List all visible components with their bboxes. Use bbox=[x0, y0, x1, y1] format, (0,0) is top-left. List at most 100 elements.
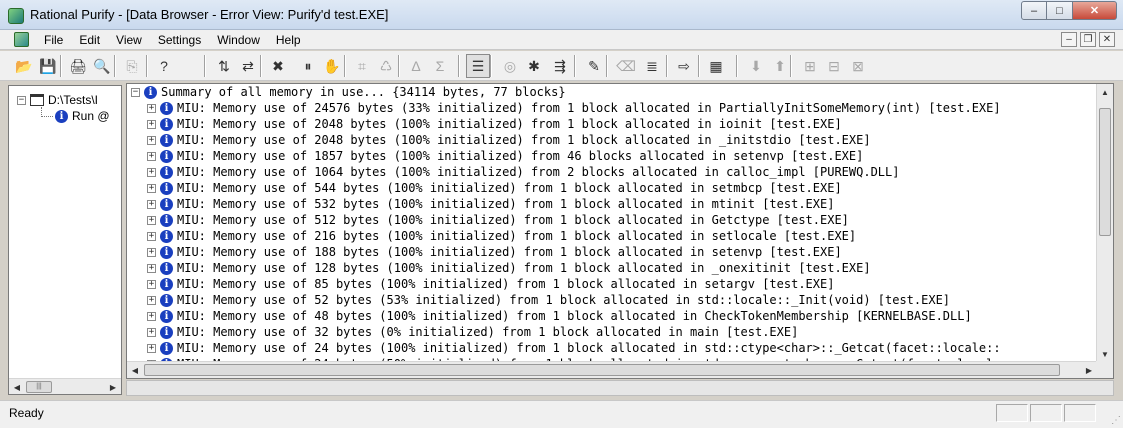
expand-icon[interactable]: + bbox=[147, 327, 156, 337]
info-icon: i bbox=[55, 109, 68, 123]
sort-icon[interactable]: ⇅ bbox=[212, 54, 236, 78]
folder-arrow-icon[interactable]: ⇨ bbox=[672, 54, 696, 78]
title-bar: Rational Purify - [Data Browser - Error … bbox=[0, 0, 1123, 30]
expand-icon[interactable]: + bbox=[147, 247, 156, 257]
sigma-icon[interactable]: Σ bbox=[428, 54, 452, 78]
toolbar-separator bbox=[490, 55, 492, 77]
info-icon: i bbox=[160, 277, 173, 291]
collapse-all-icon[interactable]: ⊠ bbox=[846, 54, 870, 78]
pause-icon[interactable]: ⏸ bbox=[296, 54, 320, 78]
list-icon[interactable]: ≣ bbox=[640, 54, 664, 78]
tree-run-item[interactable]: i Run @ bbox=[55, 108, 110, 124]
mdi-restore-button[interactable]: ❐ bbox=[1080, 32, 1096, 47]
collapse-icon[interactable]: − bbox=[131, 87, 140, 97]
summary-row[interactable]: − i Summary of all memory in use... {341… bbox=[131, 84, 566, 100]
recycle-icon[interactable]: ♺ bbox=[374, 54, 398, 78]
expand-icon[interactable]: + bbox=[147, 167, 156, 177]
expand-icon[interactable]: + bbox=[147, 135, 156, 145]
grid-icon[interactable]: ▦ bbox=[704, 54, 728, 78]
print-preview-icon[interactable]: 🔍 bbox=[90, 54, 114, 78]
help-pointer-icon[interactable]: ? bbox=[152, 54, 176, 78]
save-icon[interactable]: 💾 bbox=[36, 54, 60, 78]
expand-icon[interactable]: + bbox=[147, 215, 156, 225]
scroll-thumb[interactable] bbox=[144, 364, 1060, 376]
expand-icon[interactable]: + bbox=[147, 199, 156, 209]
print-icon[interactable]: 🖨 bbox=[66, 54, 90, 78]
detail-strip bbox=[126, 380, 1114, 396]
expand-icon[interactable]: + bbox=[147, 279, 156, 289]
menu-settings[interactable]: Settings bbox=[152, 33, 207, 47]
error-row[interactable]: + i MIU: Memory use of 1857 bytes (100% in… bbox=[147, 148, 863, 164]
error-row[interactable]: + i MIU: Memory use of 128 bytes (100% ini… bbox=[147, 260, 871, 276]
vertical-scrollbar[interactable]: ▲ ▼ bbox=[1096, 84, 1113, 362]
error-row[interactable]: + i MIU: Memory use of 24 bytes (100% init… bbox=[147, 340, 1001, 356]
arrow-up-icon[interactable]: ⬆ bbox=[768, 54, 792, 78]
menu-help[interactable]: Help bbox=[270, 33, 307, 47]
tree-view-icon[interactable]: ☰ bbox=[466, 54, 490, 78]
scroll-left-icon[interactable]: ◀ bbox=[9, 379, 25, 394]
error-view-pane: − i Summary of all memory in use... {341… bbox=[126, 83, 1114, 379]
menu-view[interactable]: View bbox=[110, 33, 148, 47]
scroll-right-icon[interactable]: ▶ bbox=[1081, 362, 1097, 378]
expand-icon[interactable]: + bbox=[147, 231, 156, 241]
target-icon[interactable]: ◎ bbox=[498, 54, 522, 78]
expand-icon[interactable]: + bbox=[147, 119, 156, 129]
error-row[interactable]: + i MIU: Memory use of 52 bytes (53% initi… bbox=[147, 292, 950, 308]
hand-icon[interactable]: ✋ bbox=[320, 54, 344, 78]
error-row[interactable]: + i MIU: Memory use of 2048 bytes (100% in… bbox=[147, 116, 842, 132]
error-row[interactable]: + i MIU: Memory use of 512 bytes (100% ini… bbox=[147, 212, 849, 228]
error-row[interactable]: + i MIU: Memory use of 85 bytes (100% init… bbox=[147, 276, 834, 292]
collapse-icon[interactable]: ⊟ bbox=[822, 54, 846, 78]
error-row[interactable]: + i MIU: Memory use of 544 bytes (100% ini… bbox=[147, 180, 842, 196]
document-icon[interactable] bbox=[14, 32, 29, 47]
scroll-down-icon[interactable]: ▼ bbox=[1097, 346, 1113, 362]
scroll-thumb[interactable] bbox=[1099, 108, 1111, 236]
bug-icon[interactable]: ✱ bbox=[522, 54, 546, 78]
mdi-close-button[interactable]: ✕ bbox=[1099, 32, 1115, 47]
resize-grip-icon[interactable]: ⋰ bbox=[1111, 415, 1121, 426]
close-button[interactable]: ✕ bbox=[1073, 1, 1117, 20]
expand-icon[interactable]: + bbox=[147, 103, 156, 113]
scroll-thumb[interactable]: ||| bbox=[26, 381, 52, 393]
error-row[interactable]: + i MIU: Memory use of 216 bytes (100% ini… bbox=[147, 228, 856, 244]
eraser-icon[interactable]: ⌫ bbox=[614, 54, 638, 78]
scroll-left-icon[interactable]: ◀ bbox=[127, 362, 143, 378]
minimize-button[interactable]: – bbox=[1021, 1, 1047, 20]
delta-icon[interactable]: Δ bbox=[404, 54, 428, 78]
info-icon: i bbox=[160, 133, 173, 147]
pencil-icon[interactable]: ✎ bbox=[582, 54, 606, 78]
info-icon: i bbox=[160, 325, 173, 339]
expand-icon[interactable]: + bbox=[147, 295, 156, 305]
tree-horizontal-scrollbar[interactable]: ◀ ||| ▶ bbox=[9, 378, 121, 394]
cpu-icon[interactable]: ⌗ bbox=[350, 54, 374, 78]
copy-icon[interactable]: ⎘ bbox=[120, 54, 144, 78]
expand-icon[interactable]: + bbox=[147, 263, 156, 273]
expand-all-icon[interactable]: ⊞ bbox=[798, 54, 822, 78]
error-row[interactable]: + i MIU: Memory use of 188 bytes (100% ini… bbox=[147, 244, 842, 260]
menu-edit[interactable]: Edit bbox=[73, 33, 106, 47]
error-row[interactable]: + i MIU: Memory use of 532 bytes (100% ini… bbox=[147, 196, 834, 212]
open-folder-icon[interactable]: 📂 bbox=[12, 54, 36, 78]
arrow-down-icon[interactable]: ⬇ bbox=[744, 54, 768, 78]
expand-icon[interactable]: + bbox=[147, 183, 156, 193]
tree-root[interactable]: − D:\Tests\I bbox=[17, 92, 98, 108]
merge-icon[interactable]: ⇶ bbox=[548, 54, 572, 78]
maximize-button[interactable]: □ bbox=[1047, 1, 1073, 20]
menu-window[interactable]: Window bbox=[211, 33, 266, 47]
horizontal-scrollbar[interactable]: ◀ ▶ bbox=[127, 361, 1097, 378]
error-row[interactable]: + i MIU: Memory use of 48 bytes (100% init… bbox=[147, 308, 972, 324]
scroll-up-icon[interactable]: ▲ bbox=[1097, 84, 1113, 100]
error-row[interactable]: + i MIU: Memory use of 2048 bytes (100% in… bbox=[147, 132, 871, 148]
mdi-minimize-button[interactable]: – bbox=[1061, 32, 1077, 47]
menu-file[interactable]: File bbox=[38, 33, 69, 47]
expand-icon[interactable]: + bbox=[147, 151, 156, 161]
kill-icon[interactable]: ✖ bbox=[266, 54, 290, 78]
expand-icon[interactable]: + bbox=[147, 311, 156, 321]
error-row[interactable]: + i MIU: Memory use of 32 bytes (0% initia… bbox=[147, 324, 798, 340]
filter-icon[interactable]: ⇄ bbox=[236, 54, 260, 78]
expand-icon[interactable]: + bbox=[147, 343, 156, 353]
error-row[interactable]: + i MIU: Memory use of 1064 bytes (100% in… bbox=[147, 164, 899, 180]
error-row[interactable]: + i MIU: Memory use of 24576 bytes (33% in… bbox=[147, 100, 1001, 116]
collapse-icon[interactable]: − bbox=[17, 95, 26, 105]
scroll-right-icon[interactable]: ▶ bbox=[105, 379, 121, 394]
